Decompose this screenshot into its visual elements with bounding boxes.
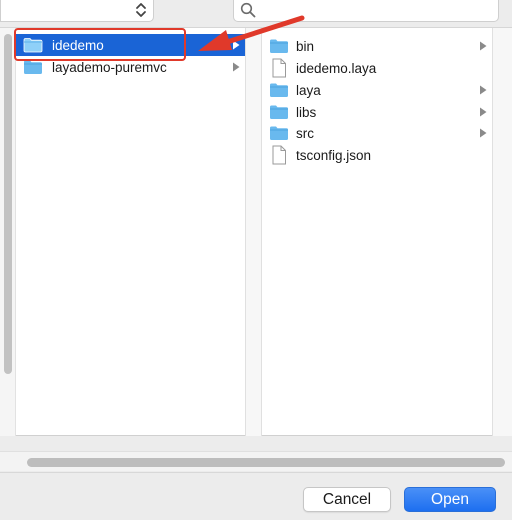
list-item-laya[interactable]: laya bbox=[262, 79, 492, 101]
column-1: idedemo layademo-puremvc bbox=[0, 28, 245, 436]
column-divider[interactable] bbox=[492, 28, 512, 436]
up-down-chevron-icon bbox=[136, 3, 146, 17]
list-item-label: layademo-puremvc bbox=[52, 59, 167, 75]
disclosure-arrow-icon bbox=[233, 62, 240, 72]
open-button[interactable]: Open bbox=[404, 487, 496, 512]
document-icon bbox=[268, 57, 290, 79]
annotation-arrow-icon bbox=[198, 15, 305, 51]
dialog-footer: Cancel Open bbox=[0, 472, 512, 520]
folder-icon bbox=[268, 79, 290, 101]
column-2: bin idedemo.laya laya libs src tsconfig.… bbox=[262, 28, 492, 436]
list-item-libs[interactable]: libs bbox=[262, 101, 492, 123]
folder-icon bbox=[268, 101, 290, 123]
list-item-label: libs bbox=[296, 104, 317, 120]
list-item-label: idedemo.laya bbox=[296, 60, 377, 76]
horizontal-scrollbar-thumb[interactable] bbox=[27, 458, 505, 467]
list-item-label: laya bbox=[296, 82, 321, 98]
vertical-scrollbar[interactable] bbox=[0, 28, 16, 436]
cancel-button[interactable]: Cancel bbox=[303, 487, 391, 512]
list-item-idedemo-laya[interactable]: idedemo.laya bbox=[262, 57, 492, 79]
list-item-label: src bbox=[296, 125, 314, 141]
horizontal-scrollbar[interactable] bbox=[0, 451, 512, 471]
list-item-src[interactable]: src bbox=[262, 122, 492, 144]
location-popup[interactable] bbox=[0, 0, 154, 22]
list-item-label: tsconfig.json bbox=[296, 147, 372, 163]
disclosure-arrow-icon bbox=[480, 128, 487, 138]
disclosure-arrow-icon bbox=[480, 41, 487, 51]
disclosure-arrow-icon bbox=[480, 107, 487, 117]
annotation-highlight-box bbox=[14, 28, 186, 61]
disclosure-arrow-icon bbox=[480, 85, 487, 95]
document-icon bbox=[268, 144, 290, 166]
column-divider[interactable] bbox=[245, 28, 262, 436]
column-browser: idedemo layademo-puremvc bin idedemo.lay… bbox=[0, 28, 512, 436]
vertical-scrollbar-thumb[interactable] bbox=[4, 34, 12, 374]
folder-icon bbox=[268, 122, 290, 144]
list-item-tsconfig-json[interactable]: tsconfig.json bbox=[262, 144, 492, 166]
